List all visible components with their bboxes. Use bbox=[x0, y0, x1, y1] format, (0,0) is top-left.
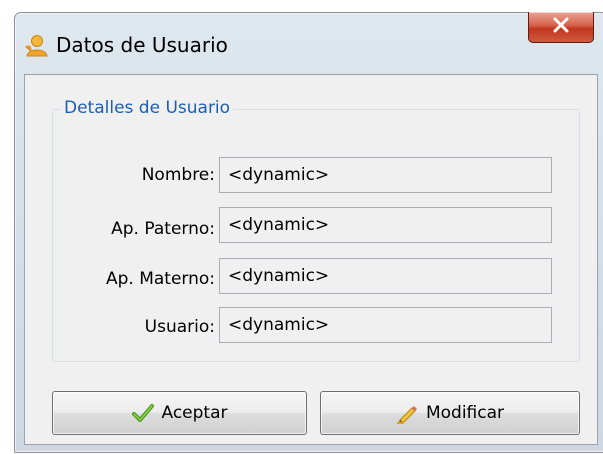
dialog-window: Datos de Usuario Detalles de Usuario Nom… bbox=[14, 12, 603, 453]
modify-button[interactable]: Modificar bbox=[320, 391, 580, 435]
accept-button[interactable]: Aceptar bbox=[52, 391, 307, 435]
usuario-field[interactable]: <dynamic> bbox=[219, 307, 552, 343]
title-bar[interactable]: Datos de Usuario bbox=[15, 12, 603, 73]
close-button[interactable] bbox=[528, 12, 594, 43]
nombre-field[interactable]: <dynamic> bbox=[219, 157, 552, 193]
close-icon bbox=[552, 17, 570, 37]
accept-button-label: Aceptar bbox=[161, 403, 228, 423]
window-title: Datos de Usuario bbox=[56, 33, 228, 57]
modify-button-label: Modificar bbox=[425, 403, 505, 423]
dialog-body: Detalles de Usuario Nombre: <dynamic> Ap… bbox=[24, 74, 598, 445]
pencil-icon bbox=[396, 402, 418, 424]
group-title: Detalles de Usuario bbox=[61, 97, 234, 119]
checkmark-icon bbox=[131, 402, 154, 424]
usuario-label: Usuario: bbox=[144, 317, 215, 337]
ap-materno-label: Ap. Materno: bbox=[105, 269, 215, 289]
ap-paterno-label: Ap. Paterno: bbox=[111, 219, 215, 239]
ap-paterno-field[interactable]: <dynamic> bbox=[219, 207, 552, 243]
ap-materno-field[interactable]: <dynamic> bbox=[219, 258, 552, 294]
nombre-label: Nombre: bbox=[141, 165, 215, 185]
user-icon bbox=[25, 33, 49, 57]
